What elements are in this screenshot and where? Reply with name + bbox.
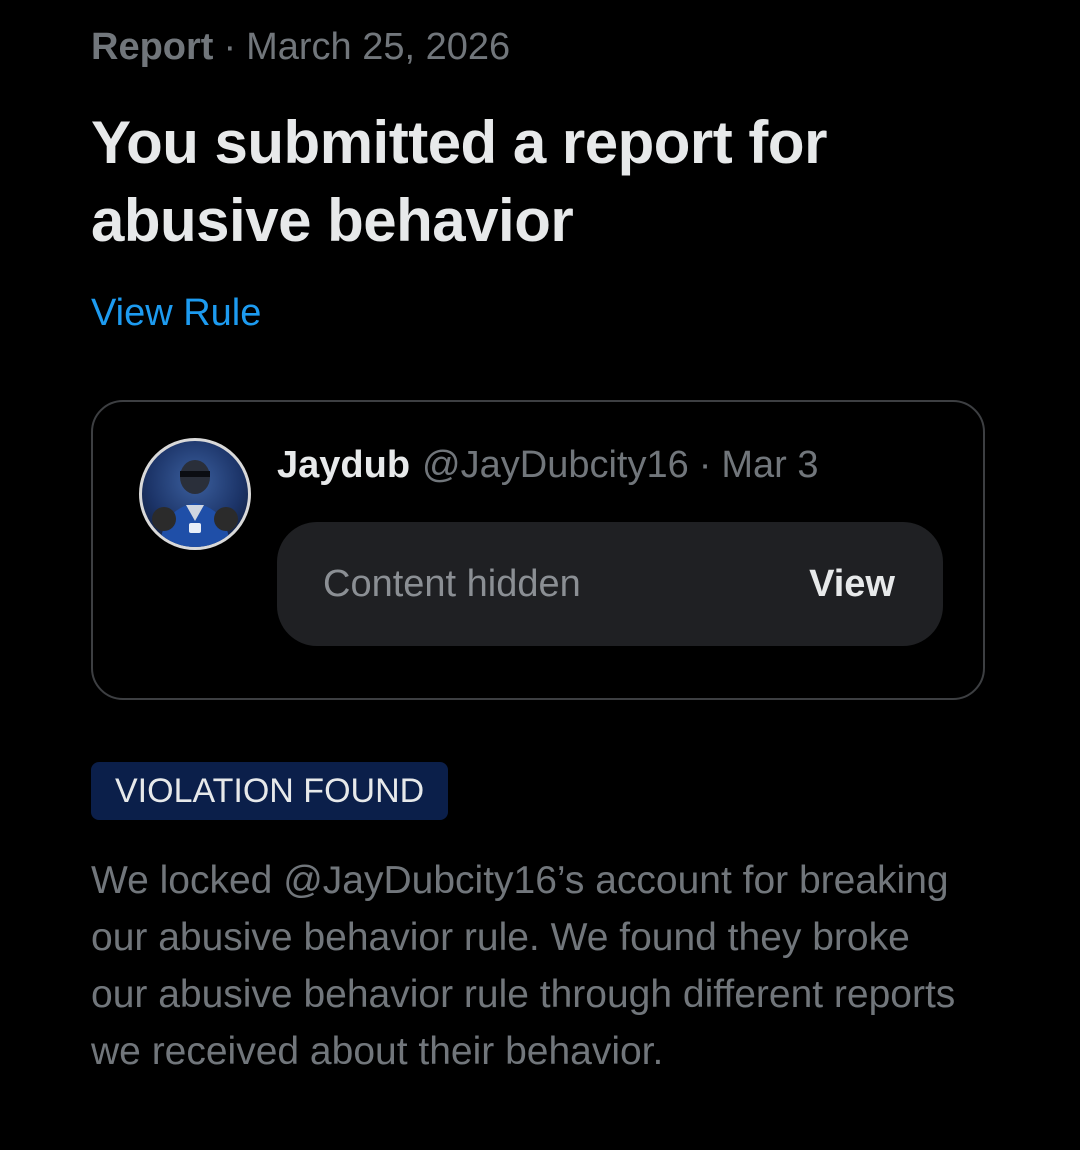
content-hidden-label: Content hidden [323, 563, 581, 605]
view-content-button[interactable]: View [809, 561, 895, 607]
report-outcome-message: We locked @JayDubcity16’s account for br… [91, 859, 956, 1073]
post-date[interactable]: Mar 3 [721, 444, 818, 486]
report-meta: Report · March 25, 2026 [91, 24, 510, 70]
status-badge: VIOLATION FOUND [91, 762, 449, 820]
post-handle[interactable]: @JayDubcity16 [410, 444, 689, 486]
post-header: Jaydub @JayDubcity16 · Mar 3 [277, 442, 819, 488]
meta-separator: · [223, 26, 237, 68]
post-display-name[interactable]: Jaydub [277, 444, 410, 486]
avatar[interactable] [139, 438, 251, 550]
avatar-image [152, 460, 238, 547]
report-kind: Report [91, 26, 214, 68]
reported-post-card[interactable]: Jaydub @JayDubcity16 · Mar 3 Content hidden… [91, 400, 985, 700]
page-title: You submitted a report for abusive behav… [91, 109, 827, 254]
view-rule-link[interactable]: View Rule [91, 290, 261, 336]
post-separator: · [698, 444, 712, 486]
content-hidden-box: Content hidden View [277, 522, 943, 646]
report-date: March 25, 2026 [246, 26, 511, 68]
